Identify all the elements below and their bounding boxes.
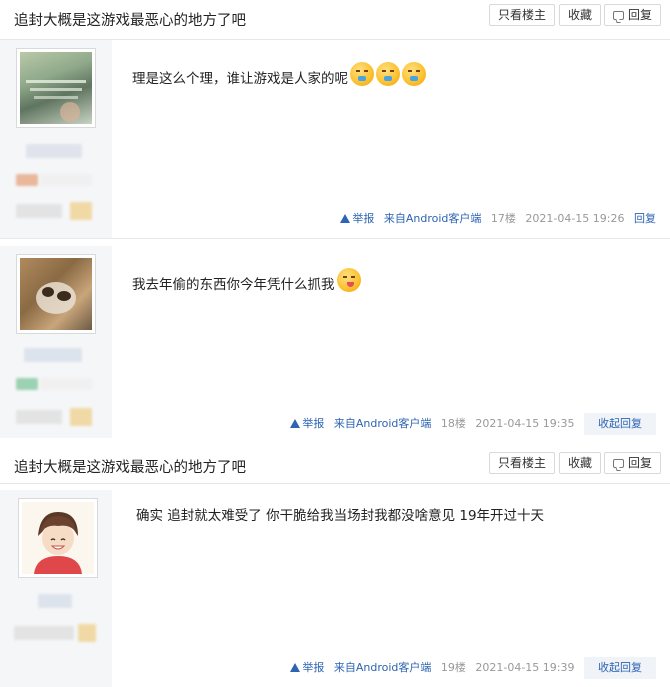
floor-number: 17楼	[490, 212, 516, 225]
username-blurred[interactable]	[24, 348, 82, 362]
post-content: 我去年偷的东西你今年凭什么抓我	[132, 268, 361, 293]
avatar-image	[20, 52, 92, 124]
avatar-image	[20, 258, 92, 330]
reply-bubble-icon	[613, 459, 624, 468]
post-text: 我去年偷的东西你今年凭什么抓我	[132, 277, 335, 293]
badge-icon-blurred	[78, 624, 96, 642]
only-op-button[interactable]: 只看楼主	[489, 4, 556, 26]
favorite-button[interactable]: 收藏	[559, 452, 602, 474]
avatar[interactable]	[16, 254, 96, 334]
avatar-art	[26, 80, 86, 122]
collapse-replies-button[interactable]: 收起回复	[584, 657, 656, 679]
thread-title: 追封大概是这游戏最恶心的地方了吧	[14, 13, 246, 29]
floor-number: 18楼	[440, 417, 466, 430]
report-link[interactable]: 举报	[340, 212, 374, 225]
annoyed-emoji-icon	[402, 62, 426, 86]
reply-button-label: 回复	[628, 456, 653, 470]
author-sidebar	[0, 40, 112, 238]
post-18: 我去年偷的东西你今年凭什么抓我 举报 来自Android客户端 18楼 2021…	[0, 246, 670, 438]
report-link[interactable]: 举报	[290, 417, 324, 430]
annoyed-emoji-icon	[350, 62, 374, 86]
avatar-art	[36, 282, 76, 314]
floor-number: 19楼	[440, 661, 466, 674]
avatar[interactable]	[18, 498, 98, 578]
author-sidebar	[0, 246, 112, 438]
reply-button[interactable]: 回复	[604, 452, 662, 474]
post-time: 2021-04-15 19:35	[475, 417, 575, 430]
avatar[interactable]	[16, 48, 96, 128]
post-17: 理是这么个理，谁让游戏是人家的呢 举报 来自Android客户端 17楼 202…	[0, 40, 670, 238]
post-divider	[0, 238, 670, 239]
thread-header: 追封大概是这游戏最恶心的地方了吧 只看楼主 收藏 回复	[0, 0, 670, 40]
badge-row-blurred	[14, 626, 74, 640]
username-blurred[interactable]	[38, 594, 72, 608]
client-link[interactable]: 来自Android客户端	[384, 212, 482, 225]
only-op-button[interactable]: 只看楼主	[489, 452, 556, 474]
level-bar-blurred	[40, 378, 92, 390]
badge-row-blurred	[16, 410, 62, 424]
level-bar-blurred	[40, 174, 92, 186]
post-footer: 举报 来自Android客户端 17楼 2021-04-15 19:26 回复	[334, 210, 656, 226]
client-link[interactable]: 来自Android客户端	[334, 661, 432, 674]
avatar-image	[22, 502, 94, 574]
badge-icon-blurred	[70, 408, 92, 426]
report-link[interactable]: 举报	[290, 661, 324, 674]
author-sidebar	[0, 490, 112, 687]
username-blurred[interactable]	[26, 144, 82, 158]
post-19: 确实 追封就太难受了 你干脆给我当场封我都没啥意见 19年开过十天 举报 来自A…	[0, 490, 670, 687]
post-footer: 举报 来自Android客户端 19楼 2021-04-15 19:39 收起回…	[284, 657, 656, 679]
post-time: 2021-04-15 19:39	[475, 661, 575, 674]
post-text: 确实 追封就太难受了 你干脆给我当场封我都没啥意见 19年开过十天	[136, 508, 545, 524]
reply-button-label: 回复	[628, 8, 653, 22]
reply-button[interactable]: 回复	[604, 4, 662, 26]
level-badge-blurred	[16, 174, 38, 186]
warning-icon	[290, 663, 301, 672]
badge-row-blurred	[16, 204, 62, 218]
avatar-art	[34, 512, 82, 574]
post-content: 理是这么个理，谁让游戏是人家的呢	[132, 62, 426, 87]
tongue-emoji-icon	[336, 268, 361, 292]
warning-icon	[340, 214, 351, 223]
post-footer: 举报 来自Android客户端 18楼 2021-04-15 19:35 收起回…	[284, 413, 656, 435]
reply-bubble-icon	[613, 11, 624, 20]
level-badge-blurred	[16, 378, 38, 390]
reply-link[interactable]: 回复	[634, 212, 656, 225]
warning-icon	[290, 419, 301, 428]
collapse-replies-button[interactable]: 收起回复	[584, 413, 656, 435]
thread-title: 追封大概是这游戏最恶心的地方了吧	[14, 460, 246, 476]
favorite-button[interactable]: 收藏	[559, 4, 602, 26]
thread-header: 追封大概是这游戏最恶心的地方了吧 只看楼主 收藏 回复	[0, 448, 670, 484]
client-link[interactable]: 来自Android客户端	[334, 417, 432, 430]
badge-icon-blurred	[70, 202, 92, 220]
post-text: 理是这么个理，谁让游戏是人家的呢	[132, 71, 348, 87]
post-time: 2021-04-15 19:26	[525, 212, 625, 225]
post-content: 确实 追封就太难受了 你干脆给我当场封我都没啥意见 19年开过十天	[136, 504, 544, 524]
annoyed-emoji-icon	[376, 62, 400, 86]
